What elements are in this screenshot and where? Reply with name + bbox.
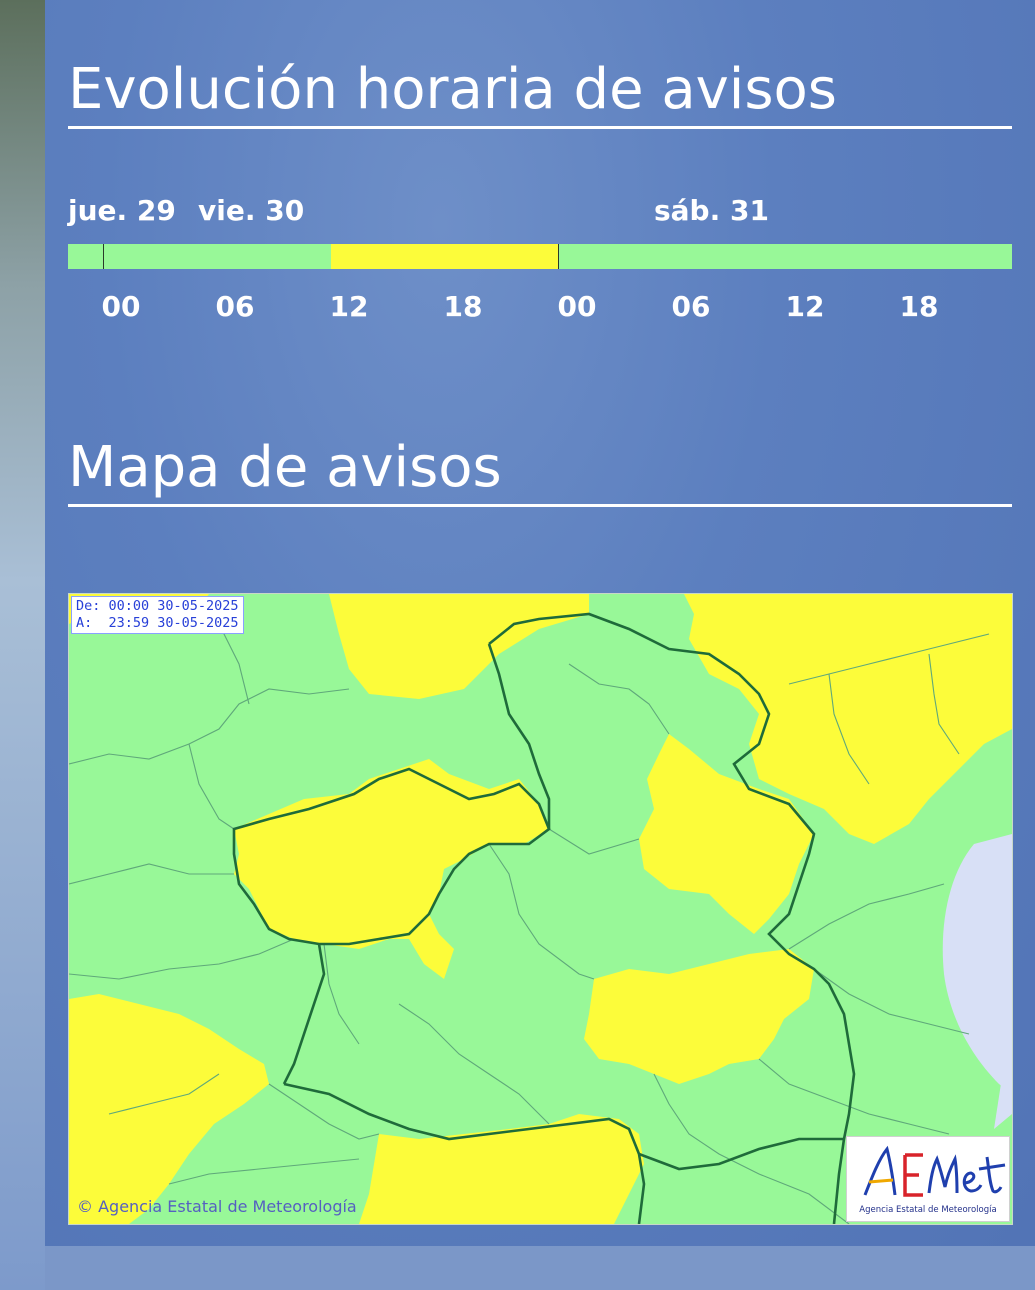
background-left-strip — [0, 0, 45, 1290]
map-date-range: De: 00:00 30-05-2025 A: 23:59 30-05-2025 — [71, 596, 244, 634]
timeline-day-label: vie. 30 — [198, 194, 305, 227]
timeline-hour-label: 06 — [671, 290, 711, 323]
timeline-segment-yellow[interactable] — [331, 244, 558, 269]
timeline-hour-label: 00 — [557, 290, 597, 323]
map-date-from: De: 00:00 30-05-2025 — [76, 598, 239, 614]
hourly-warning-timeline[interactable] — [68, 244, 1012, 269]
timeline-hour-label: 12 — [329, 290, 369, 323]
map-section-title: Mapa de avisos — [68, 440, 1012, 507]
aemet-logo: Agencia Estatal de Meteorología — [846, 1136, 1010, 1222]
timeline-day-label: jue. 29 — [68, 194, 176, 227]
timeline-day-label: sáb. 31 — [654, 194, 769, 227]
evolution-section-title: Evolución horaria de avisos — [68, 62, 1012, 129]
timeline-day-divider — [558, 244, 559, 269]
timeline-hour-label: 12 — [785, 290, 825, 323]
warnings-map-graphic — [69, 594, 1012, 1224]
timeline-hour-label: 18 — [443, 290, 483, 323]
aemet-logo-subtitle: Agencia Estatal de Meteorología — [859, 1205, 997, 1215]
map-copyright: © Agencia Estatal de Meteorología — [77, 1197, 357, 1216]
timeline-hour-label: 18 — [899, 290, 939, 323]
warnings-map[interactable]: De: 00:00 30-05-2025 A: 23:59 30-05-2025 … — [68, 593, 1013, 1225]
background-bottom-strip — [45, 1246, 1035, 1290]
map-date-to: A: 23:59 30-05-2025 — [76, 615, 239, 631]
timeline-hour-label: 06 — [215, 290, 255, 323]
timeline-hour-label: 00 — [101, 290, 141, 323]
timeline-day-divider — [103, 244, 104, 269]
